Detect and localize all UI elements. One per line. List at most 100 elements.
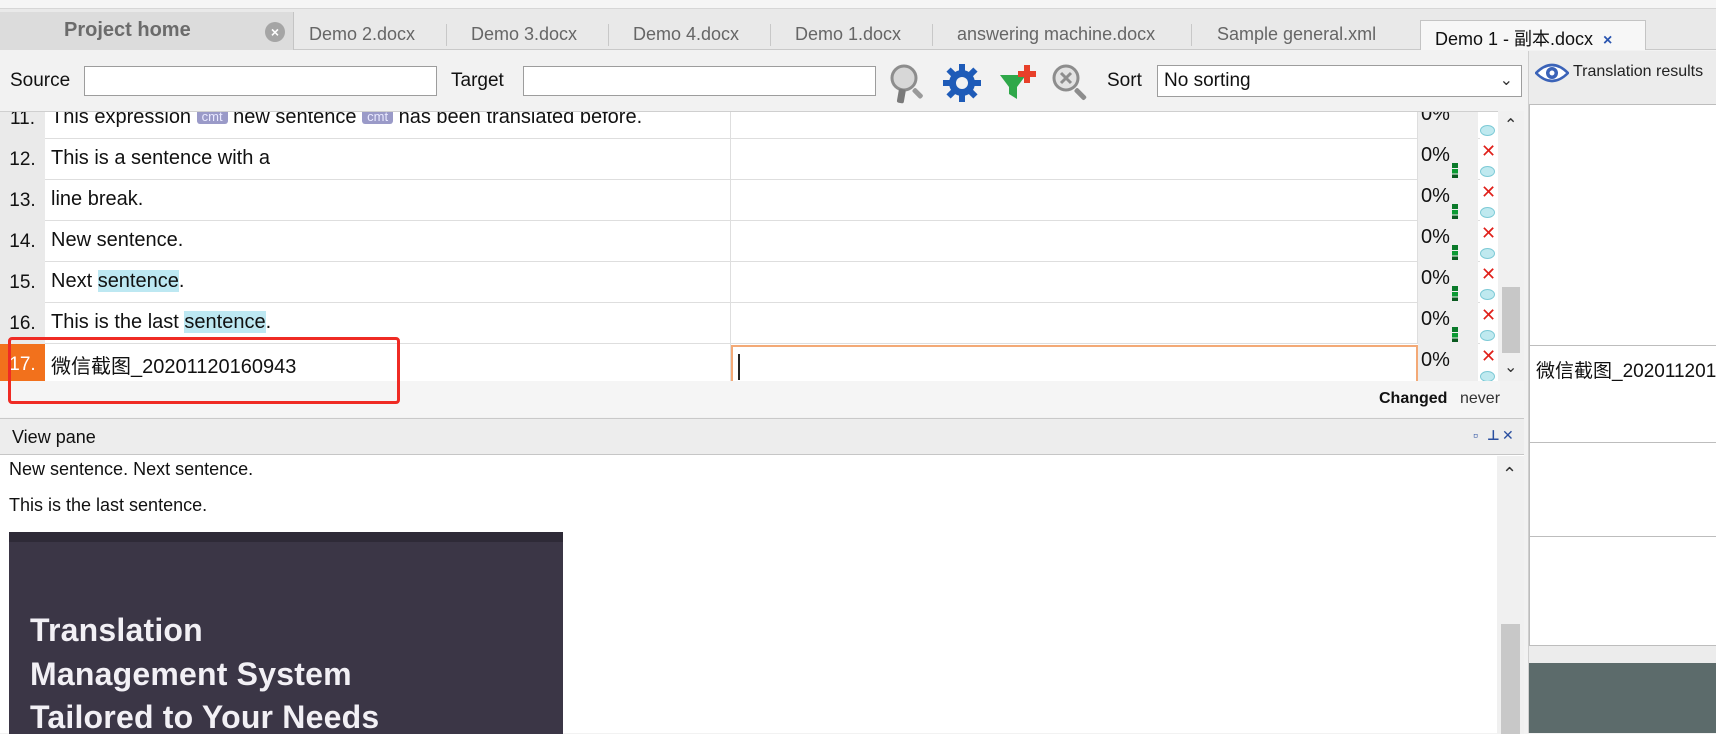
preview-text-line: This is the last sentence.: [9, 495, 208, 515]
clear-filter-icon[interactable]: [1048, 61, 1092, 105]
grid-scrollbar[interactable]: ⌃ ⌄: [1498, 111, 1524, 381]
target-editor[interactable]: [731, 345, 1418, 384]
chevron-down-icon: ⌄: [1499, 72, 1513, 89]
close-tab-icon[interactable]: ×: [1603, 32, 1612, 49]
translation-results-header: Translation results: [1529, 51, 1716, 95]
match-source-box: 微信截图_2020112016: [1529, 345, 1716, 443]
highlighted-term: sentence: [184, 311, 266, 333]
sort-selected-value: No sorting: [1164, 70, 1251, 91]
source-filter-input[interactable]: [84, 66, 437, 96]
match-target-box: [1529, 442, 1716, 537]
table-row[interactable]: 12. This is a sentence with a 0% ✕: [0, 139, 1496, 180]
tab-label: Demo 1 - 副本.docx: [1435, 29, 1594, 49]
status-x-icon[interactable]: ✕: [1481, 305, 1496, 326]
source-text: Next: [51, 270, 98, 292]
comment-bubble-icon[interactable]: [1480, 166, 1495, 177]
target-cell[interactable]: [731, 180, 1418, 221]
match-bar: [1452, 286, 1458, 301]
comment-bubble-icon[interactable]: [1480, 125, 1495, 136]
match-percent: 0%: [1418, 303, 1478, 344]
sort-label: Sort: [1107, 70, 1142, 91]
match-percent: 0%: [1418, 344, 1478, 385]
view-pane-scrollbar[interactable]: ⌃: [1497, 456, 1524, 734]
source-cell[interactable]: This is a sentence with a: [45, 139, 731, 180]
source-text: has been translated before.: [393, 111, 643, 128]
view-pane: View pane ▫ ⊥ ✕ New sentence. Next sente…: [0, 418, 1524, 734]
tab-project-home[interactable]: Project home ×: [0, 12, 294, 50]
tab-label: Demo 4.docx: [633, 24, 740, 44]
target-cell[interactable]: [731, 262, 1418, 303]
match-bar: [1452, 204, 1458, 219]
tab-answering-machine[interactable]: answering machine.docx: [957, 24, 1155, 50]
status-x-icon[interactable]: ✕: [1481, 264, 1496, 285]
cmt-tag: cmt: [196, 112, 228, 124]
target-cell[interactable]: [731, 221, 1418, 262]
target-cell[interactable]: [731, 303, 1418, 344]
source-cell[interactable]: line break.: [45, 180, 731, 221]
table-row[interactable]: 15. Next sentence. 0% ✕: [0, 262, 1496, 303]
filter-toolbar: Source Target Sort No sorting ⌄: [0, 51, 1522, 111]
tab-demo-2[interactable]: Demo 2.docx: [309, 24, 415, 50]
scroll-thumb[interactable]: [1502, 287, 1520, 353]
table-row[interactable]: 13. line break. 0% ✕: [0, 180, 1496, 221]
tab-demo-4[interactable]: Demo 4.docx: [633, 24, 739, 50]
sort-dropdown[interactable]: No sorting ⌄: [1157, 65, 1522, 97]
results-footer: [1529, 663, 1716, 733]
tab-label: Demo 3.docx: [471, 24, 578, 44]
pin-icon[interactable]: ⊥: [1487, 427, 1500, 444]
scroll-up-icon[interactable]: ⌃: [1502, 464, 1517, 485]
comment-bubble-icon[interactable]: [1480, 330, 1495, 341]
tab-demo-1[interactable]: Demo 1.docx: [795, 24, 901, 50]
target-filter-label: Target: [451, 70, 504, 91]
source-cell[interactable]: This expression cmt new sentence cmt has…: [45, 111, 731, 139]
source-cell[interactable]: Next sentence.: [45, 262, 731, 303]
add-filter-icon[interactable]: [996, 61, 1040, 105]
match-percent: 0%: [1418, 221, 1478, 262]
scroll-thumb[interactable]: [1501, 624, 1520, 734]
match-percent: 0%: [1418, 180, 1478, 221]
tab-demo-1-copy[interactable]: Demo 1 - 副本.docx ×: [1420, 20, 1646, 50]
results-list[interactable]: [1529, 104, 1716, 346]
banner-line: Tailored to Your Needs: [30, 699, 380, 734]
target-filter-input[interactable]: [523, 66, 876, 96]
target-cell[interactable]: [731, 139, 1418, 180]
status-x-icon[interactable]: ✕: [1481, 182, 1496, 203]
preview-image: Translation Management System Tailored t…: [9, 532, 563, 734]
match-bar: [1452, 327, 1458, 342]
tab-demo-3[interactable]: Demo 3.docx: [471, 24, 577, 50]
comment-bubble-icon[interactable]: [1480, 289, 1495, 300]
status-x-icon[interactable]: ✕: [1481, 141, 1496, 162]
match-info-box: [1529, 536, 1716, 646]
table-row[interactable]: 14. New sentence. 0% ✕: [0, 221, 1496, 262]
match-source-text: 微信截图_2020112016: [1536, 361, 1716, 382]
annotation-highlight-box: [8, 337, 400, 404]
banner-line: Management System: [30, 656, 352, 692]
highlighted-term: sentence: [97, 270, 179, 292]
table-row[interactable]: 11. This expression cmt new sentence cmt…: [0, 111, 1495, 139]
source-text: line break.: [51, 188, 144, 210]
preview-text-line: New sentence. Next sentence.: [9, 459, 254, 479]
restore-icon[interactable]: ▫: [1473, 427, 1478, 443]
tab-project-home-label: Project home: [64, 19, 191, 41]
source-text: This is a sentence with a: [51, 147, 270, 169]
comment-bubble-icon[interactable]: [1480, 207, 1495, 218]
status-x-icon[interactable]: ✕: [1481, 223, 1496, 244]
tab-label: Demo 2.docx: [309, 24, 416, 44]
status-x-icon[interactable]: ✕: [1481, 346, 1496, 367]
title-strip: [0, 0, 1716, 9]
row-number: 14.: [0, 221, 45, 262]
scroll-down-icon[interactable]: ⌄: [1504, 357, 1517, 377]
search-advanced-icon[interactable]: [886, 61, 930, 105]
source-cell[interactable]: New sentence.: [45, 221, 731, 262]
tab-label: Demo 1.docx: [795, 24, 902, 44]
close-pane-icon[interactable]: ✕: [1502, 427, 1514, 444]
row-number: 11.: [0, 112, 45, 139]
changed-label: Changed: [1379, 390, 1448, 407]
document-tab-bar: Project home × Demo 2.docx Demo 3.docx D…: [0, 0, 1716, 50]
comment-bubble-icon[interactable]: [1480, 248, 1495, 259]
settings-gear-icon[interactable]: [940, 61, 984, 105]
scroll-up-icon[interactable]: ⌃: [1504, 115, 1517, 135]
tab-sample-general[interactable]: Sample general.xml: [1217, 24, 1376, 50]
close-tab-icon[interactable]: ×: [265, 22, 285, 42]
target-cell[interactable]: [731, 112, 1418, 139]
